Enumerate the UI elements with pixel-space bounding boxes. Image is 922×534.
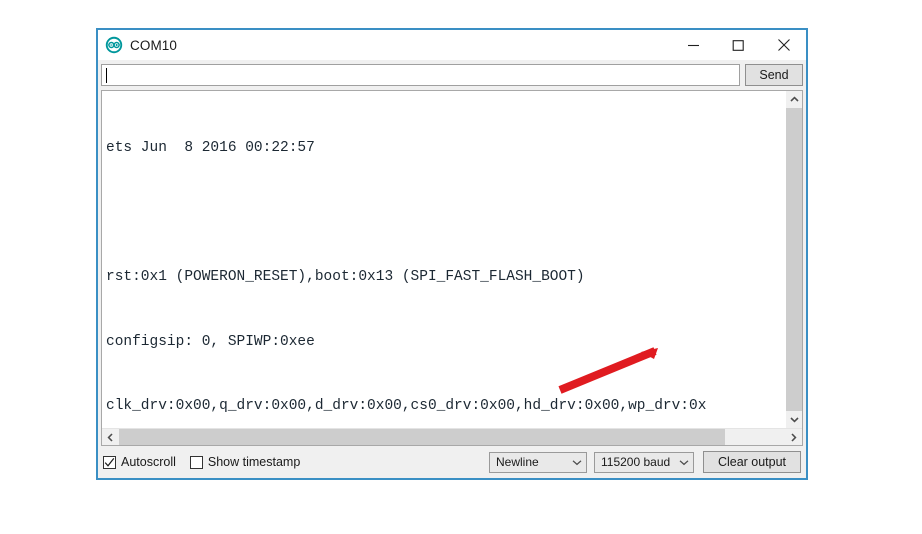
status-bar: Autoscroll Show timestamp Newline 115200…: [98, 446, 806, 478]
serial-send-input[interactable]: [101, 64, 740, 86]
baud-rate-dropdown[interactable]: 115200 baud: [594, 451, 694, 473]
chevron-up-icon: [789, 96, 799, 102]
autoscroll-checkbox[interactable]: [103, 455, 116, 469]
console-line: configsip: 0, SPIWP:0xee: [106, 333, 315, 350]
chevron-left-icon: [107, 432, 113, 442]
maximize-button[interactable]: [716, 30, 761, 60]
console-body: ets Jun 8 2016 00:22:57 rst:0x1 (POWERON…: [102, 91, 802, 428]
chevron-down-icon: [789, 417, 799, 423]
checkmark-icon: [104, 457, 115, 467]
autoscroll-label: Autoscroll: [121, 455, 176, 469]
horizontal-scroll-thumb[interactable]: [119, 429, 726, 445]
send-button[interactable]: Send: [745, 64, 803, 86]
arduino-logo-icon: [105, 36, 123, 54]
console-line: clk_drv:0x00,q_drv:0x00,d_drv:0x00,cs0_d…: [106, 398, 707, 414]
show-timestamp-checkbox[interactable]: [189, 455, 203, 469]
title-bar[interactable]: COM10: [98, 30, 806, 60]
maximize-icon: [732, 39, 744, 51]
line-ending-dropdown[interactable]: Newline: [489, 451, 587, 473]
scroll-down-button[interactable]: [786, 411, 802, 428]
console-area: ets Jun 8 2016 00:22:57 rst:0x1 (POWERON…: [101, 90, 803, 446]
show-timestamp-checkbox-wrap[interactable]: Show timestamp: [189, 455, 301, 469]
vertical-scroll-track[interactable]: [786, 108, 802, 411]
show-timestamp-label: Show timestamp: [207, 455, 301, 469]
horizontal-scrollbar[interactable]: [102, 428, 802, 445]
scroll-up-button[interactable]: [786, 91, 802, 108]
window-title: COM10: [130, 37, 178, 53]
console-line: ets Jun 8 2016 00:22:57: [106, 140, 315, 156]
chevron-right-icon: [791, 432, 797, 442]
close-button[interactable]: [761, 30, 806, 60]
minimize-icon: [688, 44, 699, 46]
chevron-down-icon: [568, 459, 586, 466]
minimize-button[interactable]: [671, 30, 716, 60]
baud-rate-value: 115200 baud: [601, 455, 671, 469]
vertical-scrollbar[interactable]: [785, 91, 802, 428]
window-controls: [671, 30, 806, 60]
scroll-right-button[interactable]: [785, 429, 802, 445]
scroll-left-button[interactable]: [102, 429, 119, 445]
horizontal-scroll-track[interactable]: [119, 429, 785, 445]
serial-output-text[interactable]: ets Jun 8 2016 00:22:57 rst:0x1 (POWERON…: [102, 91, 785, 428]
chevron-down-icon: [675, 459, 693, 466]
send-row: Send: [98, 60, 806, 90]
serial-monitor-window: COM10 Send ets Jun 8 2016 00:22:57 rst:0…: [96, 28, 808, 480]
close-icon: [777, 39, 790, 51]
console-line: rst:0x1 (POWERON_RESET),boot:0x13 (SPI_F…: [106, 269, 585, 285]
autoscroll-checkbox-wrap[interactable]: Autoscroll: [103, 455, 176, 469]
vertical-scroll-thumb[interactable]: [786, 108, 802, 411]
text-caret: [106, 68, 107, 83]
line-ending-value: Newline: [496, 455, 539, 469]
clear-output-button[interactable]: Clear output: [703, 451, 801, 473]
